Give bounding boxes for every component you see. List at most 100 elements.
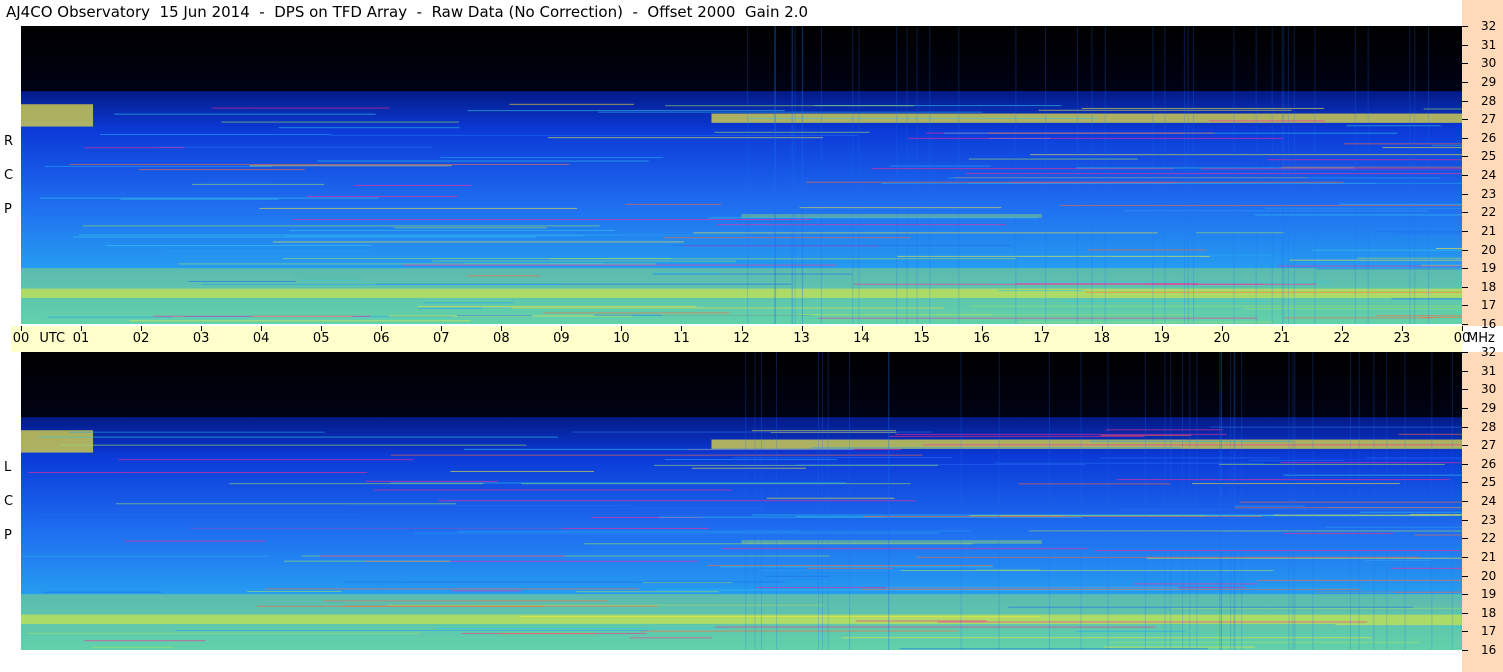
freq-tick-label: 27 xyxy=(1481,438,1497,453)
heatmap-vertical-streak xyxy=(791,26,793,324)
heatmap-line xyxy=(175,629,650,631)
heatmap-vertical-streak xyxy=(849,352,851,650)
time-axis: 00 01 02 03 04 05 06 07 08 09 10 11 12 13 14 15 16 17 18 19… xyxy=(11,326,1470,352)
heatmap-line xyxy=(21,555,270,557)
heatmap-vertical-streak xyxy=(1241,352,1243,650)
heatmap-line xyxy=(987,132,1215,134)
heatmap-line xyxy=(908,137,1283,139)
freq-tick-label: 22 xyxy=(1481,205,1497,220)
heatmap-line xyxy=(653,464,939,466)
lcp-side-label: L C P xyxy=(2,352,18,652)
heatmap-line xyxy=(40,528,562,530)
heatmap-line xyxy=(1376,315,1462,317)
heatmap-feature-6 xyxy=(21,26,1462,92)
heatmap-line xyxy=(300,279,361,281)
heatmap-line xyxy=(1170,607,1462,609)
heatmap-line xyxy=(1435,247,1462,249)
freq-tick-label: 18 xyxy=(1481,279,1497,294)
heatmap-vertical-streak xyxy=(1107,352,1109,650)
heatmap-line xyxy=(807,567,893,569)
time-tick-label: 04 xyxy=(252,331,270,346)
heatmap-vertical-streak xyxy=(1431,352,1433,650)
freq-tick-label: 19 xyxy=(1481,587,1497,602)
heatmap-line xyxy=(511,307,945,309)
heatmap-line xyxy=(571,431,932,433)
freq-tick-mark xyxy=(1462,501,1468,502)
heatmap-line xyxy=(247,590,342,592)
heatmap-line xyxy=(806,181,1344,183)
heatmap-line xyxy=(1066,588,1462,590)
time-tick-label: 03 xyxy=(192,331,210,346)
freq-tick-mark xyxy=(1462,249,1468,251)
heatmap-vertical-streak xyxy=(1091,26,1093,324)
side-label-letter: P xyxy=(4,202,12,217)
freq-tick-label: 32 xyxy=(1481,345,1497,359)
heatmap-vertical-streak xyxy=(1354,26,1356,324)
freq-tick-label: 25 xyxy=(1481,475,1497,490)
freq-tick-label: 23 xyxy=(1481,186,1497,201)
heatmap-line xyxy=(106,245,372,247)
time-tick-label: 07 xyxy=(433,331,450,346)
heatmap-vertical-streak xyxy=(794,26,796,324)
heatmap-vertical-streak xyxy=(1288,352,1290,650)
heatmap-line xyxy=(39,197,379,199)
heatmap-vertical-streak xyxy=(1104,26,1106,324)
side-label-letter: R xyxy=(4,134,14,149)
heatmap-vertical-streak xyxy=(1045,26,1047,324)
heatmap-vertical-streak xyxy=(1182,352,1184,650)
heatmap-line xyxy=(1133,583,1258,585)
heatmap-vertical-streak xyxy=(1170,352,1172,650)
freq-tick-mark xyxy=(1462,137,1468,139)
heatmap-line xyxy=(115,503,456,505)
side-label-letter: C xyxy=(4,494,14,509)
heatmap-vertical-streak xyxy=(1451,352,1453,650)
heatmap-line xyxy=(691,467,806,469)
freq-tick-label: 26 xyxy=(1481,130,1497,145)
heatmap-line xyxy=(1431,144,1462,146)
heatmap-line xyxy=(1234,507,1462,509)
heatmap-line xyxy=(38,436,558,438)
heatmap-line xyxy=(1192,483,1400,485)
heatmap-vertical-streak xyxy=(1255,26,1257,324)
heatmap-line xyxy=(84,147,185,149)
heatmap-line xyxy=(120,198,279,200)
heatmap-line xyxy=(42,591,162,593)
heatmap-line xyxy=(1359,511,1462,513)
heatmap-line xyxy=(1109,641,1420,643)
heatmap-feature-3 xyxy=(741,540,1042,544)
heatmap-line xyxy=(191,183,325,185)
heatmap-line xyxy=(1265,207,1462,209)
freq-tick-label: 32 xyxy=(1481,19,1497,33)
heatmap-line xyxy=(1018,483,1170,485)
heatmap-line xyxy=(1410,514,1462,516)
heatmap-vertical-streak xyxy=(1076,26,1078,324)
heatmap-line xyxy=(91,647,174,649)
heatmap-line xyxy=(1283,317,1435,319)
freq-tick-label: 17 xyxy=(1481,298,1497,313)
time-tick-label: 22 xyxy=(1333,331,1351,346)
heatmap-line xyxy=(1089,440,1293,442)
heatmap-vertical-streak xyxy=(1287,26,1289,324)
heatmap-vertical-streak xyxy=(1414,26,1416,324)
freq-tick-label: 17 xyxy=(1481,624,1497,639)
heatmap-line xyxy=(811,447,1181,449)
time-tick-label: 18 xyxy=(1093,331,1111,346)
heatmap-vertical-streak xyxy=(1015,26,1017,324)
freq-tick-mark xyxy=(1462,575,1468,577)
utc-unit-label: UTC xyxy=(39,331,66,346)
heatmap-line xyxy=(69,164,570,166)
heatmap-line xyxy=(665,105,914,107)
freq-tick-mark xyxy=(1462,175,1468,176)
heatmap-line xyxy=(543,312,730,314)
heatmap-line xyxy=(435,627,729,629)
heatmap-line xyxy=(405,576,635,578)
heatmap-line xyxy=(1104,646,1255,648)
heatmap-line xyxy=(118,459,413,461)
time-tick-label: 01 xyxy=(72,331,90,346)
side-label-letter: C xyxy=(4,168,14,183)
heatmap-vertical-streak xyxy=(774,26,776,324)
freq-tick-mark xyxy=(1462,631,1468,633)
heatmap-vertical-streak xyxy=(1386,352,1388,650)
heatmap-vertical-streak xyxy=(1358,352,1360,650)
heatmap-line xyxy=(450,470,594,472)
